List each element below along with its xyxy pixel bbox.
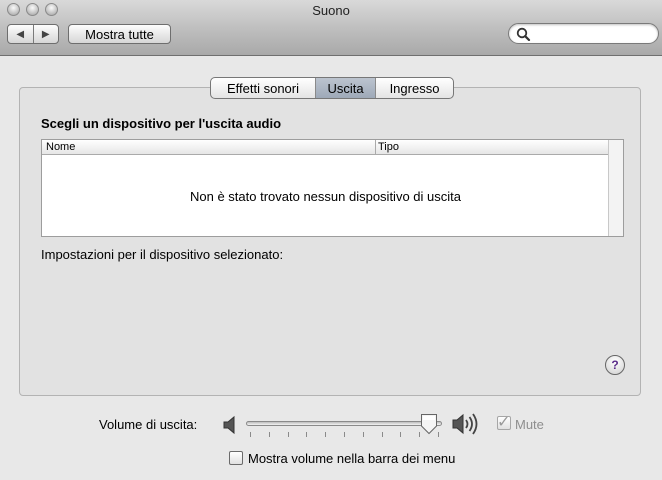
chevron-left-icon: ◀ [16,28,25,40]
volume-tick [438,432,439,437]
search-icon [516,27,531,41]
window-toolbar: Suono ◀ ▶ Mostra tutte [0,0,662,56]
column-header-name[interactable]: Nome [46,141,75,153]
volume-tick [381,432,383,437]
show-volume-in-menubar-checkbox[interactable] [229,451,243,465]
column-divider [375,140,376,155]
tab-input[interactable]: Ingresso [375,78,453,98]
search-field[interactable] [508,23,659,44]
window-title: Suono [312,3,350,18]
selected-device-settings-label: Impostazioni per il dispositivo selezion… [41,247,284,262]
mute-checkbox[interactable]: ✓ [497,412,511,431]
tab-sound-effects[interactable]: Effetti sonori [211,78,315,98]
volume-tick [325,432,327,437]
show-all-button[interactable]: Mostra tutte [68,24,171,44]
column-header-type[interactable]: Tipo [378,141,399,153]
empty-table-message: Non è stato trovato nessun dispositivo d… [190,189,461,204]
navigation-buttons: ◀ ▶ [7,24,59,44]
back-button[interactable]: ◀ [8,25,33,43]
output-device-table[interactable]: Nome Tipo Non è stato trovato nessun dis… [41,139,624,237]
volume-tick [250,432,251,437]
help-icon: ? [611,358,619,372]
forward-button[interactable]: ▶ [32,25,59,43]
volume-tick [306,432,308,437]
table-header: Nome Tipo [42,140,623,155]
output-volume-label: Volume di uscita: [99,417,198,432]
search-input[interactable] [533,26,651,41]
volume-tick [268,432,270,437]
tab-output[interactable]: Uscita [315,78,375,98]
tab-bar: Effetti sonori Uscita Ingresso [210,77,454,99]
show-volume-in-menubar-label: Mostra volume nella barra dei menu [248,451,456,466]
mute-label: Mute [515,417,544,432]
volume-slider[interactable] [246,421,442,426]
help-button[interactable]: ? [605,355,625,375]
checkmark-icon: ✓ [497,412,511,431]
output-section-title: Scegli un dispositivo per l'uscita audio [41,116,282,131]
speaker-low-icon [223,415,235,435]
table-scrollbar[interactable] [608,140,623,236]
volume-slider-thumb[interactable] [420,413,438,435]
volume-tick [287,432,289,437]
speaker-high-icon [452,413,478,435]
content-panel [19,87,641,396]
volume-tick [400,432,402,437]
volume-tick [362,432,364,437]
volume-tick [344,432,345,437]
chevron-right-icon: ▶ [41,28,50,40]
